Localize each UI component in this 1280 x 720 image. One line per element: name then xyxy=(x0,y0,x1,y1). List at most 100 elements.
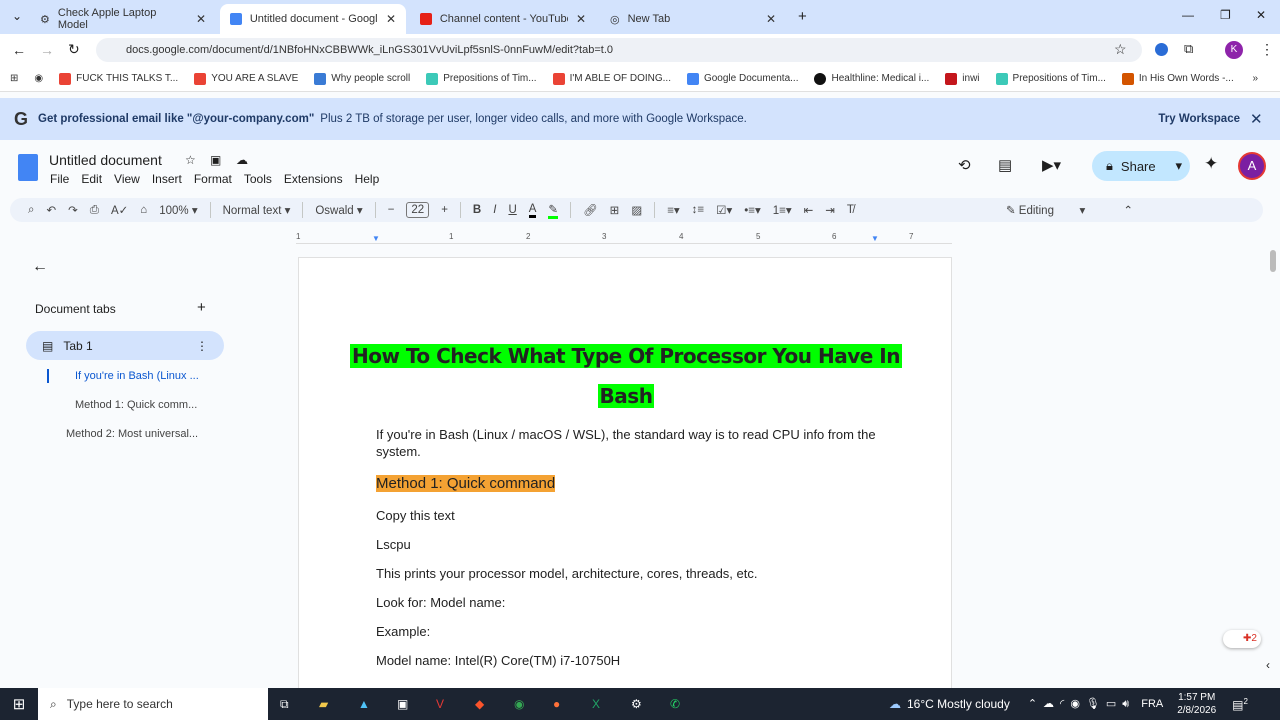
paragraph[interactable]: This prints your processor model, archit… xyxy=(376,566,876,581)
tab-search-button[interactable]: ⌄ xyxy=(12,9,22,23)
print-icon[interactable]: ⎙ xyxy=(90,204,99,217)
bold-button[interactable]: B xyxy=(473,204,481,216)
close-window-button[interactable]: ✕ xyxy=(1256,8,1266,22)
font-size-input[interactable]: 22 xyxy=(406,202,430,218)
checklist-icon[interactable]: ☑▾ xyxy=(716,203,732,217)
comments-icon[interactable]: ▤ xyxy=(998,156,1012,174)
menu-edit[interactable]: Edit xyxy=(81,172,102,186)
side-panel-toggle-icon[interactable]: ‹ xyxy=(1266,658,1270,672)
text-color-button[interactable]: A xyxy=(528,203,537,218)
share-button[interactable]: 🔒︎ Share ▾ xyxy=(1092,151,1190,181)
bookmark-item[interactable]: Prepositions of Tim... xyxy=(995,72,1106,85)
chrome-taskbar-icon[interactable]: ◉ xyxy=(514,697,553,711)
gemini-icon[interactable]: ✦ xyxy=(1204,154,1218,174)
chrome-menu-icon[interactable]: ⋮ xyxy=(1260,41,1274,58)
taskbar-search-input[interactable]: ⌕ Type here to search xyxy=(38,688,268,720)
style-select[interactable]: Normal text ▾ xyxy=(223,203,291,217)
align-icon[interactable]: ≡▾ xyxy=(667,203,679,217)
whatsapp-icon[interactable]: ✆ xyxy=(670,697,709,711)
undo-icon[interactable]: ↶ xyxy=(46,203,56,217)
weather-text[interactable]: 16°C Mostly cloudy xyxy=(907,697,1010,711)
star-icon[interactable]: ☆ xyxy=(185,153,196,167)
tab-google-docs[interactable]: Untitled document - Google Do✕ xyxy=(220,4,406,34)
tab-new[interactable]: ◎ New Tab ✕ xyxy=(600,4,786,34)
menu-insert[interactable]: Insert xyxy=(152,172,182,186)
add-tab-button[interactable]: + xyxy=(197,299,206,316)
meet-icon[interactable]: ▶▾ xyxy=(1042,156,1061,174)
bookmark-item[interactable]: Prepositions of Tim... xyxy=(426,72,537,85)
version-history-icon[interactable]: ⟲ xyxy=(958,156,971,174)
restore-button[interactable]: ❐ xyxy=(1220,8,1231,22)
paragraph[interactable]: Model name: Intel(R) Core(TM) i7-10750H xyxy=(376,653,876,668)
bookmark-item[interactable]: inwi xyxy=(945,72,980,85)
more-bookmarks-icon[interactable]: » xyxy=(1252,73,1258,84)
store-icon[interactable]: ▣ xyxy=(397,697,436,711)
app-icon[interactable]: ▲ xyxy=(358,697,397,711)
font-select[interactable]: Oswald ▾ xyxy=(315,203,362,217)
bookmark-item[interactable]: I'M ABLE OF DOING... xyxy=(552,72,671,85)
method-1-heading[interactable]: Method 1: Quick command xyxy=(376,475,876,492)
task-view-icon[interactable]: ⧉ xyxy=(280,697,319,712)
tab-check-apple[interactable]: ⚙ Check Apple Laptop Model ✕ xyxy=(30,4,216,34)
bookmark-item[interactable]: FUCK THIS TALKS T... xyxy=(59,72,178,85)
editing-mode-select[interactable]: ✎ Editing ▾ xyxy=(1006,203,1085,217)
move-folder-icon[interactable]: ▣ xyxy=(210,153,221,167)
redo-icon[interactable]: ↷ xyxy=(68,203,78,217)
paragraph[interactable]: Look for: Model name: xyxy=(376,595,876,610)
menu-help[interactable]: Help xyxy=(355,172,380,186)
profile-avatar[interactable]: K xyxy=(1225,41,1243,59)
bookmark-item[interactable]: YOU ARE A SLAVE xyxy=(194,72,298,85)
increase-font-size-button[interactable]: + xyxy=(441,204,448,216)
italic-button[interactable]: I xyxy=(493,204,496,216)
insert-image-icon[interactable]: ▨ xyxy=(631,203,642,217)
document-page[interactable]: How To Check What Type Of Processor You … xyxy=(298,257,952,697)
bookmark-item[interactable]: Why people scroll xyxy=(314,72,410,85)
try-workspace-link[interactable]: Try Workspace xyxy=(1158,113,1240,125)
menu-view[interactable]: View xyxy=(114,172,140,186)
bookmark-item[interactable]: In His Own Words -... xyxy=(1121,72,1234,85)
close-sidebar-back-icon[interactable]: ← xyxy=(32,258,48,276)
account-avatar[interactable]: A xyxy=(1238,152,1266,180)
docs-logo-icon[interactable] xyxy=(18,154,38,181)
highlight-color-button[interactable]: ✎ xyxy=(548,202,559,219)
notifications-icon[interactable]: ▤2 xyxy=(1232,697,1248,712)
firefox-icon[interactable]: ● xyxy=(553,697,592,711)
document-tab-1[interactable]: ▤ Tab 1 ⋮ xyxy=(26,331,224,360)
new-tab-button[interactable]: + xyxy=(798,8,807,25)
outline-item[interactable]: Method 1: Quick comm... xyxy=(75,399,197,411)
globe-icon[interactable]: ◉ xyxy=(34,73,43,84)
paint-format-icon[interactable]: ⌂ xyxy=(140,204,147,216)
close-banner-icon[interactable]: ✕ xyxy=(1250,110,1263,128)
decrease-indent-icon[interactable]: ⇤ xyxy=(804,203,814,217)
line-spacing-icon[interactable]: ↕≡ xyxy=(692,204,704,216)
paragraph[interactable]: Example: xyxy=(376,624,876,639)
apps-icon[interactable]: ⊞ xyxy=(10,73,18,84)
excel-icon[interactable]: X xyxy=(592,697,631,711)
start-button[interactable]: ⊞ xyxy=(0,695,38,713)
url-input[interactable]: docs.google.com/document/d/1NBfoHNxCBBWW… xyxy=(96,38,1142,62)
bulleted-list-icon[interactable]: •≡▾ xyxy=(744,203,761,217)
cloud-saved-icon[interactable]: ☁ xyxy=(236,153,248,167)
zoom-select[interactable]: 100% ▾ xyxy=(159,203,197,217)
tab-options-icon[interactable]: ⋮ xyxy=(196,339,208,353)
outline-item[interactable]: If you're in Bash (Linux ... xyxy=(75,370,199,382)
right-indent-marker-icon[interactable]: ▼ xyxy=(871,234,879,243)
spellcheck-icon[interactable]: A✓ xyxy=(111,203,128,217)
menu-tools[interactable]: Tools xyxy=(244,172,272,186)
forward-button[interactable]: → xyxy=(40,42,54,58)
add-comment-icon[interactable]: ⊞ xyxy=(610,203,620,217)
bookmark-item[interactable]: Healthline: Medical i... xyxy=(814,72,929,85)
system-tray-icons[interactable]: ⌃☁◜◉🎙︎▭🔊︎ xyxy=(1028,697,1135,711)
search-menus-icon[interactable]: ⌕ xyxy=(28,204,34,217)
clock[interactable]: 1:57 PM 2/8/2026 xyxy=(1177,691,1216,717)
document-title-heading[interactable]: How To Check What Type Of Processor You … xyxy=(299,336,953,416)
intro-paragraph[interactable]: If you're in Bash (Linux / macOS / WSL),… xyxy=(376,426,876,460)
tab-youtube[interactable]: Channel content - YouTube Stu✕ xyxy=(410,4,596,34)
reload-button[interactable]: ↻ xyxy=(68,41,80,58)
outline-item[interactable]: Method 2: Most universal... xyxy=(66,428,198,440)
decrease-font-size-button[interactable]: − xyxy=(388,204,395,216)
menu-file[interactable]: File xyxy=(50,172,69,186)
chatgpt-taskbar-icon[interactable]: ⚙ xyxy=(631,697,670,711)
extensions-puzzle-icon[interactable]: ⧉ xyxy=(1184,41,1193,57)
menu-extensions[interactable]: Extensions xyxy=(284,172,343,186)
